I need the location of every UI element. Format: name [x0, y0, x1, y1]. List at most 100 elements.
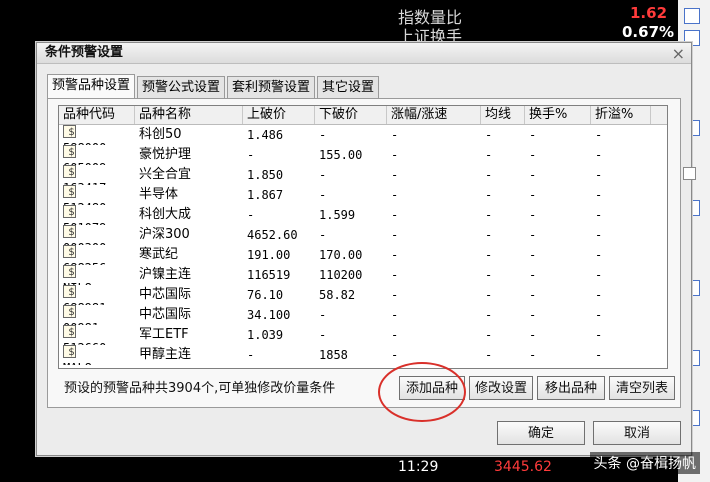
- code-text: 512480: [63, 198, 135, 205]
- cell-up: 76.10: [247, 288, 284, 302]
- cell-code: $000300: [59, 225, 135, 245]
- cell-name: 沪深300: [139, 227, 190, 242]
- cell-ma: -: [485, 148, 493, 162]
- cell-down: 110200: [319, 268, 363, 282]
- dollar-icon: $: [63, 265, 76, 278]
- tab-bar: 预警品种设置 预警公式设置 套利预警设置 其它设置: [47, 74, 381, 98]
- cell-chg: -: [391, 288, 399, 302]
- cell-ma: -: [485, 268, 493, 282]
- cell-chg: -: [391, 148, 399, 162]
- cell-code: $688256: [59, 245, 135, 265]
- col-upper-break[interactable]: 上破价: [243, 106, 315, 124]
- cell-prem: -: [595, 228, 603, 242]
- code-text: 512660: [63, 338, 135, 345]
- col-name[interactable]: 品种名称: [135, 106, 243, 124]
- table-row[interactable]: $501079 科创大成 - 1.599 - - - -: [59, 205, 667, 225]
- cell-chg: -: [391, 268, 399, 282]
- cell-name: 豪悦护理: [139, 147, 192, 162]
- col-turnover[interactable]: 换手%: [525, 106, 591, 124]
- cell-code: $163417: [59, 165, 135, 185]
- cell-name: 沪镍主连: [139, 267, 192, 282]
- cell-up: 1.486: [247, 128, 284, 142]
- code-text: 688256: [63, 258, 135, 265]
- cell-up: -: [247, 148, 255, 162]
- cell-chg: -: [391, 228, 399, 242]
- table-row[interactable]: $000300 沪深300 4652.60 - - - - -: [59, 225, 667, 245]
- code-text: 00981: [63, 318, 135, 325]
- table-row[interactable]: $588000 科创50 1.486 - - - - -: [59, 125, 667, 145]
- cell-turn: -: [529, 348, 537, 362]
- code-text: 688981: [63, 298, 135, 305]
- tab-other-settings[interactable]: 其它设置: [317, 76, 380, 98]
- code-text: 163417: [63, 178, 135, 185]
- cell-turn: -: [529, 268, 537, 282]
- table-row[interactable]: $688981 中芯国际 76.10 58.82 - - - -: [59, 285, 667, 305]
- cell-prem: -: [595, 208, 603, 222]
- cell-name: 科创大成: [139, 207, 192, 222]
- close-icon[interactable]: ×: [672, 44, 685, 63]
- cell-code: $688981: [59, 285, 135, 305]
- cell-name: 军工ETF: [139, 327, 189, 342]
- col-change[interactable]: 涨幅/涨速: [387, 106, 481, 124]
- cell-prem: -: [595, 128, 603, 142]
- cell-up: -: [247, 208, 255, 222]
- tab-arbitrage-settings[interactable]: 套利预警设置: [227, 76, 316, 98]
- cell-prem: -: [595, 168, 603, 182]
- cell-down: 155.00: [319, 148, 363, 162]
- dollar-icon: $: [63, 125, 76, 138]
- cell-prem: -: [595, 328, 603, 342]
- symbol-table[interactable]: 品种代码 品种名称 上破价 下破价 涨幅/涨速 均线 换手% 折溢% $5880…: [58, 105, 668, 369]
- bottom-value: 3445.62: [494, 459, 552, 475]
- symbol-settings-panel: 品种代码 品种名称 上破价 下破价 涨幅/涨速 均线 换手% 折溢% $5880…: [47, 98, 681, 408]
- cell-up: 191.00: [247, 248, 291, 262]
- dollar-icon: $: [63, 185, 76, 198]
- cancel-button[interactable]: 取消: [593, 421, 681, 445]
- cell-name: 科创50: [139, 127, 182, 142]
- code-text: 605009: [63, 158, 135, 165]
- cell-turn: -: [529, 308, 537, 322]
- cell-chg: -: [391, 328, 399, 342]
- cell-down: 170.00: [319, 248, 363, 262]
- cell-down: -: [319, 308, 327, 322]
- dollar-icon: $: [63, 165, 76, 178]
- col-premium[interactable]: 折溢%: [591, 106, 651, 124]
- table-row[interactable]: $00981 中芯国际 34.100 - - - - -: [59, 305, 667, 325]
- clear-list-button[interactable]: 清空列表: [609, 376, 675, 400]
- bottom-time: 11:29: [398, 459, 439, 475]
- cell-ma: -: [485, 168, 493, 182]
- table-row[interactable]: $512480 半导体 1.867 - - - - -: [59, 185, 667, 205]
- cell-up: 4652.60: [247, 228, 298, 242]
- table-row[interactable]: $688256 寒武纪 191.00 170.00 - - - -: [59, 245, 667, 265]
- tab-symbol-settings[interactable]: 预警品种设置: [47, 74, 136, 98]
- col-lower-break[interactable]: 下破价: [315, 106, 387, 124]
- dollar-icon: $: [63, 325, 76, 338]
- table-row[interactable]: $NIL8 沪镍主连 116519 110200 - - - -: [59, 265, 667, 285]
- table-row[interactable]: $605009 豪悦护理 - 155.00 - - - -: [59, 145, 667, 165]
- table-row[interactable]: $163417 兴全合宜 1.850 - - - - -: [59, 165, 667, 185]
- code-text: 588000: [63, 138, 135, 145]
- tab-formula-settings[interactable]: 预警公式设置: [137, 76, 226, 98]
- table-header: 品种代码 品种名称 上破价 下破价 涨幅/涨速 均线 换手% 折溢%: [59, 106, 667, 125]
- code-text: MAL8: [63, 358, 135, 365]
- cell-code: $512480: [59, 185, 135, 205]
- cell-ma: -: [485, 188, 493, 202]
- ok-button[interactable]: 确定: [497, 421, 585, 445]
- dollar-icon: $: [63, 225, 76, 238]
- table-row[interactable]: $MAL8 甲醇主连 - 1858 - - - -: [59, 345, 667, 365]
- col-code[interactable]: 品种代码: [59, 106, 135, 124]
- cell-up: 34.100: [247, 308, 291, 322]
- select-checkbox[interactable]: [683, 167, 696, 180]
- cell-ma: -: [485, 208, 493, 222]
- cell-name: 寒武纪: [139, 247, 179, 262]
- table-row[interactable]: $512660 军工ETF 1.039 - - - - -: [59, 325, 667, 345]
- cell-ma: -: [485, 228, 493, 242]
- cell-up: 116519: [247, 268, 291, 282]
- toolbar-button[interactable]: [684, 8, 700, 24]
- cell-chg: -: [391, 308, 399, 322]
- cell-name: 中芯国际: [139, 287, 192, 302]
- col-ma[interactable]: 均线: [481, 106, 525, 124]
- modify-settings-button[interactable]: 修改设置: [469, 376, 533, 400]
- add-symbol-button[interactable]: 添加品种: [399, 376, 465, 400]
- dollar-icon: $: [63, 285, 76, 298]
- remove-symbol-button[interactable]: 移出品种: [537, 376, 605, 400]
